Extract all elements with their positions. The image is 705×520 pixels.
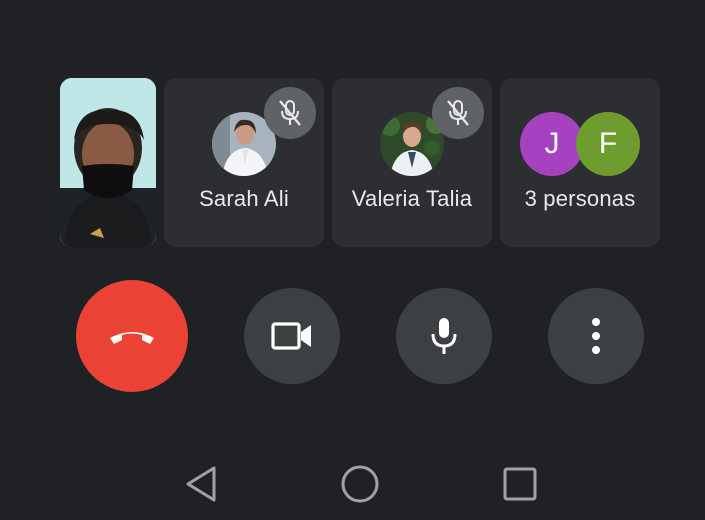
letter-avatar-j: J [520,112,584,176]
self-video-tile[interactable] [60,78,156,247]
call-end-icon [110,332,154,344]
self-video-image [60,78,156,247]
participant-group-count: 3 personas [524,186,636,211]
mic-off-icon [279,100,301,126]
nav-home-button[interactable] [338,462,382,506]
participant-name: Sarah Ali [199,186,289,211]
mic-off-icon [447,100,469,126]
muted-mic-badge [264,87,316,139]
back-icon [186,466,216,502]
participant-name: Valeria Talia [351,186,473,211]
participants-strip: Sarah Ali Valeria Talia J F 3 personas [60,78,660,247]
videocam-icon [271,322,311,350]
mic-icon [431,318,457,354]
letter-avatar-f: F [576,112,640,176]
more-options-button[interactable] [548,288,644,384]
toggle-camera-button[interactable] [244,288,340,384]
more-vert-icon [592,318,600,354]
home-icon [341,465,379,503]
recents-icon [503,467,537,501]
muted-mic-badge [432,87,484,139]
participant-tile-valeria-talia[interactable]: Valeria Talia [332,78,492,247]
participant-tile-others[interactable]: J F 3 personas [500,78,660,247]
participant-tile-sarah-ali[interactable]: Sarah Ali [164,78,324,247]
end-call-button[interactable] [76,280,188,392]
nav-back-button[interactable] [178,462,222,506]
toggle-microphone-button[interactable] [396,288,492,384]
nav-recents-button[interactable] [498,462,542,506]
